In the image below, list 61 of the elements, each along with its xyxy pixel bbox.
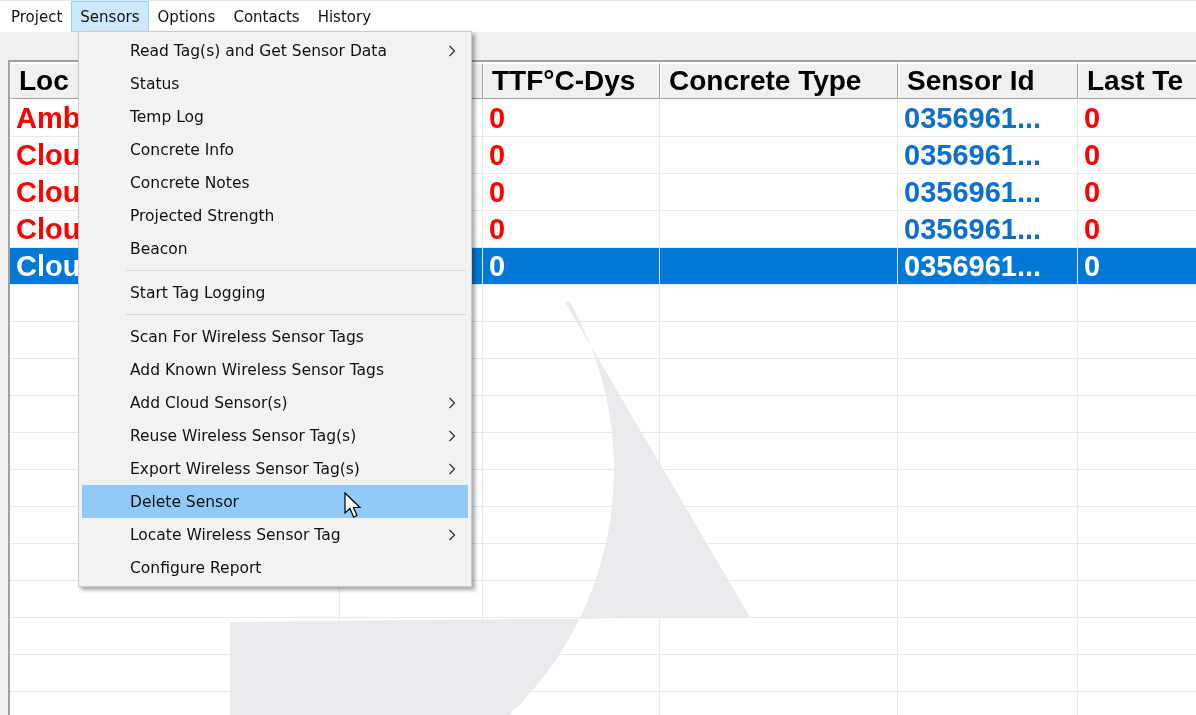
menu-item-label: Reuse Wireless Sensor Tag(s) (130, 426, 357, 445)
menu-item-label: Projected Strength (130, 206, 275, 225)
menu-item-label: Read Tag(s) and Get Sensor Data (130, 41, 387, 60)
chevron-right-icon (448, 44, 456, 57)
column-header[interactable]: Sensor Id (898, 63, 1078, 99)
menu-bar-item[interactable]: Contacts (224, 1, 309, 32)
menu-item-label: Temp Log (130, 107, 204, 126)
menu-item[interactable]: Configure Report (82, 551, 468, 584)
menu-bar-item[interactable]: History (308, 1, 380, 32)
menu-item-label: Status (130, 74, 180, 93)
menu-item-label: Concrete Notes (130, 173, 250, 192)
menu-item-label: Delete Sensor (130, 492, 239, 511)
menu-item[interactable]: Status (82, 67, 468, 100)
table-cell[interactable]: 0356961... (898, 248, 1078, 285)
table-cell[interactable] (660, 248, 898, 285)
menu-item[interactable]: Add Known Wireless Sensor Tags (82, 353, 468, 386)
menu-item[interactable]: Locate Wireless Sensor Tag (82, 518, 468, 551)
table-cell[interactable]: 0 (1078, 100, 1196, 137)
menu-item-label: Start Tag Logging (130, 283, 266, 302)
menu-item-label: Scan For Wireless Sensor Tags (130, 327, 364, 346)
menu-item-label: Concrete Info (130, 140, 235, 159)
chevron-right-icon (448, 396, 456, 409)
menu-bar-item[interactable]: Sensors (71, 1, 149, 32)
menu-item[interactable]: Start Tag Logging (82, 276, 468, 309)
table-cell[interactable]: 0 (1078, 248, 1196, 285)
menu-item[interactable]: Read Tag(s) and Get Sensor Data (82, 34, 468, 67)
table-cell[interactable]: 0 (1078, 137, 1196, 174)
menu-item[interactable]: Concrete Info (82, 133, 468, 166)
menu-item-label: Configure Report (130, 558, 262, 577)
menu-item[interactable]: Beacon (82, 232, 468, 265)
table-cell[interactable]: 0 (483, 174, 660, 211)
menu-item[interactable]: Projected Strength (82, 199, 468, 232)
menu-item-label: Export Wireless Sensor Tag(s) (130, 459, 360, 478)
menu-item[interactable]: Scan For Wireless Sensor Tags (82, 320, 468, 353)
chevron-right-icon (448, 429, 456, 442)
table-cell[interactable]: 0 (483, 137, 660, 174)
menu-item[interactable]: Concrete Notes (82, 166, 468, 199)
chevron-right-icon (448, 528, 456, 541)
table-cell[interactable]: 0356961... (898, 137, 1078, 174)
column-header[interactable]: TTF°C-Dys (483, 63, 660, 99)
menu-bar-item[interactable]: Project (2, 1, 72, 32)
table-cell[interactable] (660, 100, 898, 137)
menu-item-label: Beacon (130, 239, 188, 258)
menu-item[interactable]: Delete Sensor (82, 485, 468, 518)
menu-item-label: Add Known Wireless Sensor Tags (130, 360, 384, 379)
table-cell[interactable]: 0 (483, 100, 660, 137)
table-cell[interactable]: 0356961... (898, 174, 1078, 211)
menu-item-label: Add Cloud Sensor(s) (130, 393, 288, 412)
menu-item[interactable]: Add Cloud Sensor(s) (82, 386, 468, 419)
menu-item[interactable]: Reuse Wireless Sensor Tag(s) (82, 419, 468, 452)
table-cell[interactable]: 0 (483, 248, 660, 285)
menu-item[interactable]: Temp Log (82, 100, 468, 133)
table-cell[interactable]: 0 (1078, 174, 1196, 211)
table-cell[interactable]: 0356961... (898, 100, 1078, 137)
menu-item-label: Locate Wireless Sensor Tag (130, 525, 341, 544)
menu-item[interactable]: Export Wireless Sensor Tag(s) (82, 452, 468, 485)
menu-bar-item[interactable]: Options (148, 1, 225, 32)
mouse-pointer-icon (344, 492, 364, 520)
column-header[interactable]: Concrete Type (660, 63, 898, 99)
column-header[interactable]: Last Te (1078, 63, 1196, 99)
chevron-right-icon (448, 462, 456, 475)
